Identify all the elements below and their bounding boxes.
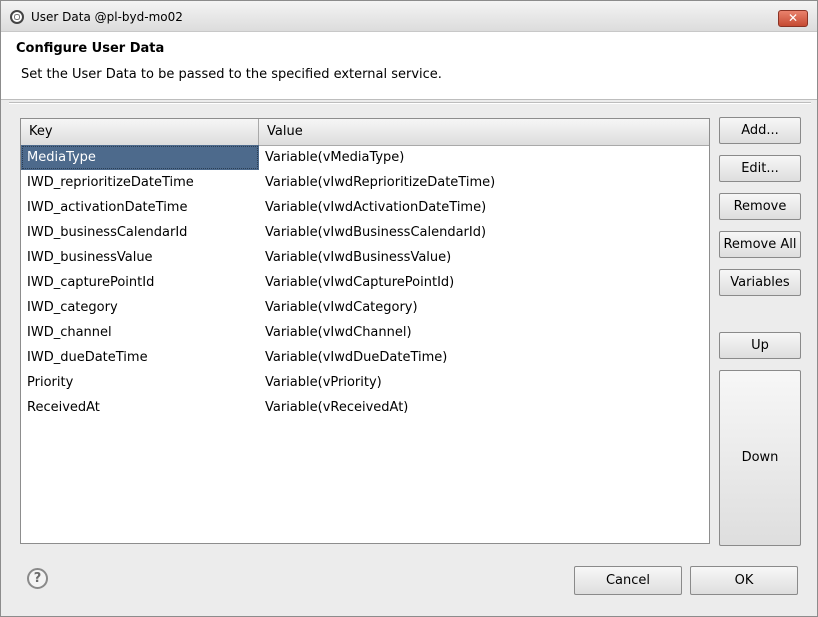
row-value: Variable(vIwdCategory)	[265, 300, 418, 315]
column-header-value[interactable]: Value	[259, 119, 709, 145]
table-header: Key Value	[21, 119, 709, 146]
row-value: Variable(vIwdReprioritizeDateTime)	[265, 175, 496, 190]
down-button[interactable]: Down	[719, 370, 801, 546]
row-value: Variable(vIwdDueDateTime)	[265, 350, 448, 365]
cancel-button[interactable]: Cancel	[574, 566, 682, 595]
row-key: Priority	[27, 375, 74, 390]
row-key: IWD_capturePointId	[27, 275, 155, 290]
table-row[interactable]: IWD_capturePointId Variable(vIwdCapturePo…	[21, 270, 709, 295]
variables-button-label: Variables	[730, 275, 790, 290]
table-row[interactable]: Priority Variable(vPriority)	[21, 370, 709, 395]
help-icon[interactable]: ?	[27, 568, 48, 589]
add-button[interactable]: Add...	[719, 117, 801, 144]
row-key: IWD_dueDateTime	[27, 350, 148, 365]
ok-button[interactable]: OK	[690, 566, 798, 595]
table-row[interactable]: ReceivedAt Variable(vReceivedAt)	[21, 395, 709, 420]
add-button-label: Add...	[741, 123, 779, 138]
down-button-label: Down	[741, 450, 779, 465]
row-value: Variable(vIwdActivationDateTime)	[265, 200, 487, 215]
close-button[interactable]: ✕	[778, 10, 808, 27]
variables-button[interactable]: Variables	[719, 269, 801, 296]
row-value: Variable(vIwdBusinessValue)	[265, 250, 452, 265]
page-description: Set the User Data to be passed to the sp…	[21, 67, 442, 82]
app-icon	[10, 10, 24, 24]
row-value: Variable(vPriority)	[265, 375, 382, 390]
edit-button[interactable]: Edit...	[719, 155, 801, 182]
table-row[interactable]: IWD_reprioritizeDateTime Variable(vIwdRep…	[21, 170, 709, 195]
row-key: IWD_reprioritizeDateTime	[27, 175, 194, 190]
cancel-button-label: Cancel	[605, 573, 651, 588]
row-value: Variable(vIwdCapturePointId)	[265, 275, 455, 290]
title-bar[interactable]: User Data @pl-byd-mo02 ✕	[1, 1, 817, 32]
up-button-label: Up	[751, 338, 769, 353]
up-button[interactable]: Up	[719, 332, 801, 359]
remove-all-button[interactable]: Remove All	[719, 231, 801, 258]
column-header-key[interactable]: Key	[21, 119, 259, 145]
edit-button-label: Edit...	[741, 161, 779, 176]
table-row[interactable]: IWD_businessCalendarId Variable(vIwdBusin…	[21, 220, 709, 245]
remove-button-label: Remove	[733, 199, 787, 214]
row-value: Variable(vMediaType)	[265, 150, 405, 165]
ok-button-label: OK	[734, 573, 754, 588]
dialog-window: User Data @pl-byd-mo02 ✕ Configure User …	[0, 0, 818, 617]
row-key: IWD_businessValue	[27, 250, 153, 265]
table-row[interactable]: IWD_category Variable(vIwdCategory)	[21, 295, 709, 320]
row-key: IWD_businessCalendarId	[27, 225, 188, 240]
window-title: User Data @pl-byd-mo02	[31, 10, 183, 24]
table-row[interactable]: IWD_businessValue Variable(vIwdBusinessVa…	[21, 245, 709, 270]
dialog-header: Configure User Data Set the User Data to…	[1, 32, 817, 100]
row-key: MediaType	[21, 145, 259, 170]
row-key: ReceivedAt	[27, 400, 100, 415]
table-row[interactable]: IWD_activationDateTime Variable(vIwdActiv…	[21, 195, 709, 220]
remove-all-button-label: Remove All	[723, 237, 797, 252]
page-title: Configure User Data	[16, 41, 165, 56]
table-body: MediaType Variable(vMediaType) IWD_reprior…	[21, 145, 709, 420]
row-key: IWD_channel	[27, 325, 112, 340]
row-value: Variable(vReceivedAt)	[265, 400, 409, 415]
table-row[interactable]: IWD_dueDateTime Variable(vIwdDueDateTime)	[21, 345, 709, 370]
user-data-table[interactable]: Key Value MediaType Variable(vMediaType) I…	[20, 118, 710, 544]
remove-button[interactable]: Remove	[719, 193, 801, 220]
row-value: Variable(vIwdChannel)	[265, 325, 412, 340]
header-separator	[9, 102, 811, 104]
table-row[interactable]: IWD_channel Variable(vIwdChannel)	[21, 320, 709, 345]
row-key: IWD_category	[27, 300, 118, 315]
table-row[interactable]: MediaType Variable(vMediaType)	[21, 145, 709, 170]
row-key: IWD_activationDateTime	[27, 200, 188, 215]
row-value: Variable(vIwdBusinessCalendarId)	[265, 225, 487, 240]
